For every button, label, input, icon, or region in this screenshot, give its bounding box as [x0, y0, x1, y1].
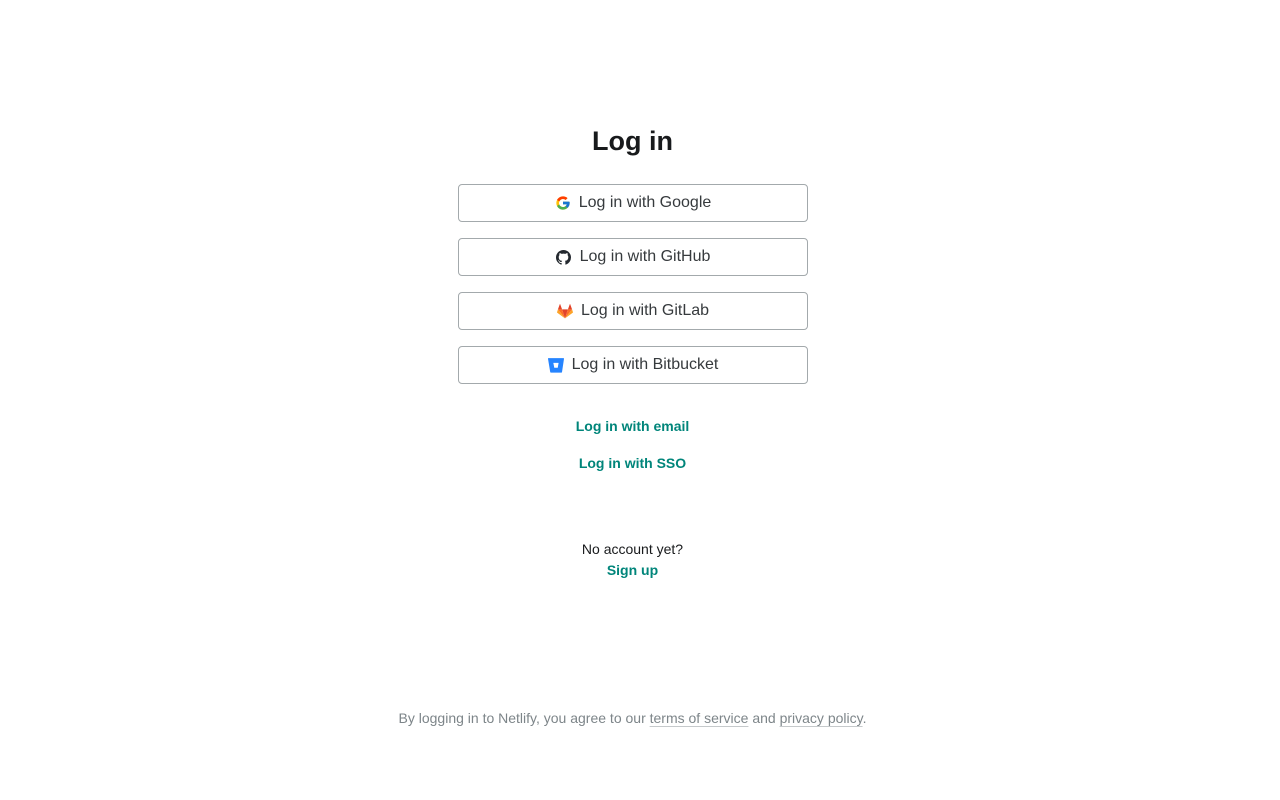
- page-title: Log in: [592, 126, 673, 156]
- legal-prefix: By logging in to Netlify, you agree to o…: [398, 710, 650, 726]
- google-icon: [555, 195, 571, 211]
- email-login-row: Log in with email: [0, 418, 1265, 434]
- gitlab-icon: [556, 303, 573, 319]
- terms-of-service-link[interactable]: terms of service: [650, 710, 749, 726]
- signup-row: Sign up: [0, 562, 1265, 578]
- login-gitlab-label: Log in with GitLab: [580, 302, 710, 319]
- no-account-prompt: No account yet?: [581, 541, 684, 557]
- email-login-link[interactable]: Log in with email: [576, 418, 690, 434]
- sso-login-link[interactable]: Log in with SSO: [579, 455, 686, 471]
- legal-and: and: [748, 710, 780, 726]
- legal-suffix: .: [862, 710, 867, 726]
- provider-list: Log in with Google Log in with GitHub Lo…: [458, 184, 808, 400]
- login-github-label: Log in with GitHub: [579, 248, 711, 265]
- signup-link[interactable]: Sign up: [607, 562, 658, 578]
- login-gitlab-button[interactable]: Log in with GitLab: [458, 292, 808, 330]
- login-page: Log in Log in with Google Log in with Gi…: [0, 0, 1280, 800]
- login-bitbucket-button[interactable]: Log in with Bitbucket: [458, 346, 808, 384]
- login-github-button[interactable]: Log in with GitHub: [458, 238, 808, 276]
- bitbucket-icon: [547, 357, 564, 373]
- login-google-button[interactable]: Log in with Google: [458, 184, 808, 222]
- legal-notice: By logging in to Netlify, you agree to o…: [0, 710, 1265, 726]
- privacy-policy-link[interactable]: privacy policy: [780, 710, 863, 726]
- github-icon: [556, 249, 572, 265]
- sso-login-row: Log in with SSO: [0, 455, 1265, 471]
- login-google-label: Log in with Google: [578, 194, 712, 211]
- login-bitbucket-label: Log in with Bitbucket: [571, 356, 719, 373]
